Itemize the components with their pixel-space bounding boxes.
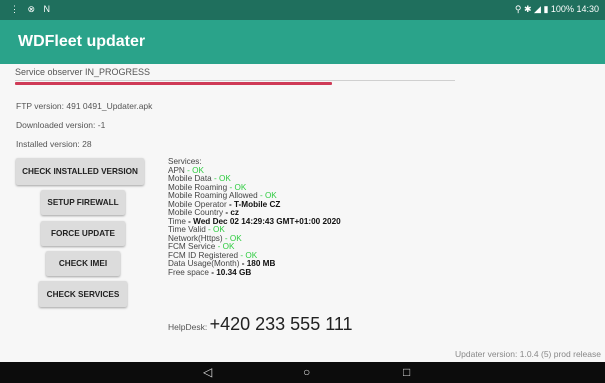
bluetooth-icon: ✱ [523, 4, 532, 14]
service-name: Free space [168, 267, 209, 277]
helpdesk-phone[interactable]: +420 233 555 111 [210, 314, 353, 334]
status-bar: ⋮ ⊗ N ⚲ ✱ ◢ ▮ 100% 14:30 [0, 0, 605, 20]
status-icons-right: ⚲ ✱ ◢ ▮ 100% 14:30 [515, 4, 599, 15]
progress-bar [15, 82, 332, 85]
downloaded-version: Downloaded version: -1 [16, 120, 106, 130]
signal-icon: ◢ [534, 4, 541, 14]
navigation-bar: ◁ ○ □ [0, 362, 605, 383]
force-update-button[interactable]: FORCE UPDATE [41, 221, 125, 246]
services-list: Services: APN - OK Mobile Data - OK Mobile… [168, 157, 468, 278]
setup-firewall-button[interactable]: SETUP FIREWALL [41, 190, 125, 215]
check-imei-button[interactable]: CHECK IMEI [46, 251, 120, 276]
back-icon[interactable]: ◁ [203, 365, 212, 379]
check-installed-version-button[interactable]: CHECK INSTALLED VERSION [16, 158, 144, 185]
ftp-version: FTP version: 491 0491_Updater.apk [16, 101, 153, 111]
helpdesk: HelpDesk: +420 233 555 111 [168, 314, 353, 335]
clock: 14:30 [576, 4, 599, 14]
app-title: WDFleet updater [18, 33, 146, 50]
battery-icon: ▮ [543, 4, 549, 14]
home-icon[interactable]: ○ [303, 365, 310, 379]
service-value: - 10.34 GB [211, 267, 252, 277]
battery-percent: 100% [550, 4, 574, 14]
service-observer-status: Service observer IN_PROGRESS [15, 67, 455, 81]
installed-version: Installed version: 28 [16, 139, 92, 149]
status-icons-left: ⋮ ⊗ N [10, 4, 54, 14]
services-header: Services: [168, 157, 202, 166]
helpdesk-label: HelpDesk: [168, 322, 208, 332]
check-services-button[interactable]: CHECK SERVICES [39, 281, 127, 307]
app-bar: WDFleet updater [0, 20, 605, 64]
recents-icon[interactable]: □ [403, 365, 410, 379]
location-icon: ⚲ [514, 4, 522, 14]
updater-version: Updater version: 1.0.4 (5) prod release [455, 349, 601, 359]
service-row: Free space - 10.34 GB [168, 267, 468, 278]
